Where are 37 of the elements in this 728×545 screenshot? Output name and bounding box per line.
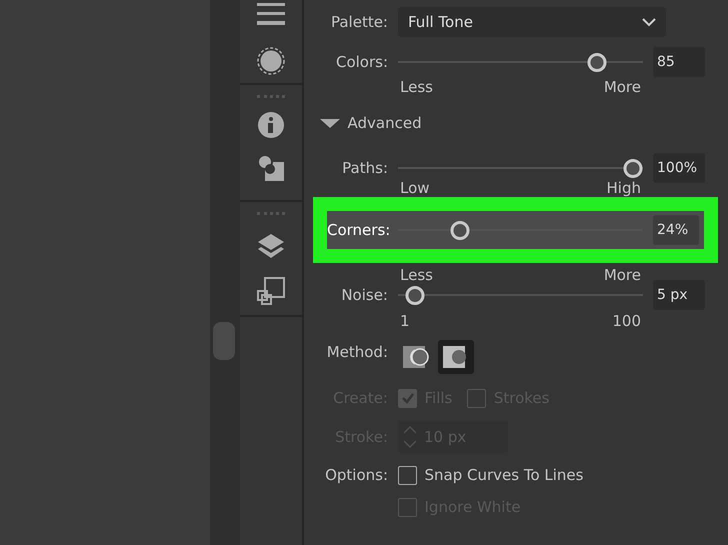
circle-icon[interactable] (256, 46, 286, 76)
value-field[interactable]: 85 (653, 47, 705, 77)
field-label: Paths: (341, 158, 389, 179)
expanded-triangle-icon[interactable] (320, 118, 340, 128)
field-label: Palette: (330, 12, 389, 33)
field-label: Colors: (334, 52, 389, 73)
value-field[interactable]: 24% (653, 215, 699, 245)
palette-dropdown[interactable]: Full Tone (398, 7, 666, 37)
shapes-icon[interactable] (257, 154, 285, 182)
artboards-icon[interactable] (256, 276, 286, 306)
slider-handle[interactable] (588, 53, 606, 72)
menu-icon[interactable] (256, 2, 286, 26)
field-label: Method: (326, 342, 389, 363)
field-label: Corners: (327, 220, 392, 241)
min-label: Less (400, 265, 433, 280)
min-label: 1 (400, 311, 410, 330)
info-icon[interactable] (257, 111, 285, 139)
chevron-down-icon (642, 17, 656, 27)
scrollbar-thumb[interactable] (213, 322, 235, 360)
field-label: Options: (324, 464, 389, 486)
slider-handle[interactable] (450, 221, 470, 240)
max-label: More (604, 265, 641, 280)
overlapping-method-button[interactable] (438, 340, 474, 374)
max-label: More (604, 77, 641, 94)
field-label: Noise: (340, 284, 389, 306)
max-label: High (606, 178, 641, 195)
layers-icon[interactable] (257, 232, 285, 260)
min-label: Less (400, 77, 433, 94)
section-header[interactable]: Advanced (348, 112, 422, 134)
value-field[interactable]: 100% (653, 153, 705, 183)
min-label: Low (400, 178, 430, 195)
checkbox-label[interactable]: Snap Curves To Lines (424, 464, 584, 486)
max-label: 100 (612, 311, 641, 330)
checkbox[interactable] (398, 466, 417, 484)
slider-handle[interactable] (405, 286, 424, 305)
slider-handle[interactable] (624, 159, 642, 178)
value-field[interactable]: 5 px (653, 280, 705, 310)
